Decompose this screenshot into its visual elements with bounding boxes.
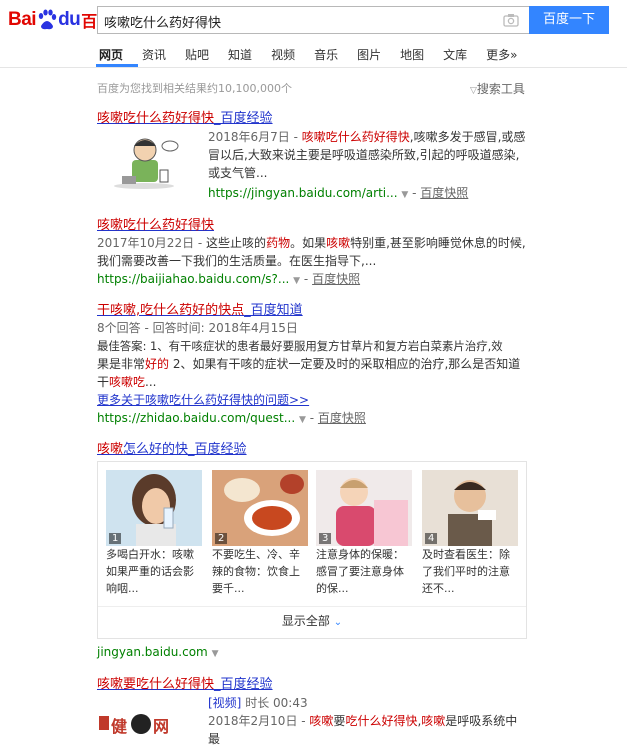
video-tag: [视频] <box>208 696 242 710</box>
result-1-url-row: https://jingyan.baidu.com/arti... ▼ - 百度… <box>208 186 469 200</box>
show-all-button[interactable]: 显示全部 ⌄ <box>98 606 526 629</box>
step-1-caption[interactable]: 多喝白开水：咳嗽 如果严重的话会影 响咽... <box>106 546 202 597</box>
header: Bai du 百度 咳嗽吃什么药好得快 百度一下 <box>0 0 627 40</box>
tab-images[interactable]: 图片 <box>354 46 384 64</box>
result-3-more-link[interactable]: 更多关于咳嗽吃什么药好得快的问题>> <box>97 391 309 408</box>
step-4-image[interactable]: 4 <box>422 470 518 546</box>
result-1-cache-link[interactable]: 百度快照 <box>420 186 468 200</box>
nav-tabs: 网页 资讯 贴吧 知道 视频 音乐 图片 地图 文库 更多» <box>96 46 533 64</box>
result-5-snippet: [视频] 时长 00:43 2018年2月10日 - 咳嗽要吃什么好得快,咳嗽是… <box>208 696 518 746</box>
result-2-url[interactable]: https://baijiahao.baidu.com/s?... <box>97 272 289 286</box>
result-3-snippet: 8个回答 - 回答时间: 2018年4月15日 最佳答案: 1、有干咳症状的患者… <box>97 321 521 389</box>
filter-icon: ▽ <box>470 86 477 96</box>
tab-news[interactable]: 资讯 <box>139 46 169 64</box>
result-3-cache-link[interactable]: 百度快照 <box>318 411 366 425</box>
search-button[interactable]: 百度一下 <box>529 6 609 34</box>
paw-icon <box>37 9 57 31</box>
result-1-snippet: 2018年6月7日 - 咳嗽吃什么药好得快,咳嗽多发于感冒,或感 冒以后,大致来… <box>208 130 526 180</box>
result-5-thumbnail[interactable]: 健网 <box>97 700 183 736</box>
step-1-image[interactable]: 1 <box>106 470 202 546</box>
tab-video[interactable]: 视频 <box>268 46 298 64</box>
step-3-caption[interactable]: 注意身体的保暖： 感冒了要注意身体 的保... <box>316 546 412 597</box>
svg-text:健: 健 <box>111 717 127 736</box>
result-3-url[interactable]: https://zhidao.baidu.com/quest... <box>97 411 295 425</box>
svg-text:网: 网 <box>153 717 169 736</box>
result-count: 百度为您找到相关结果约10,100,000个 <box>97 82 292 95</box>
result-2-snippet: 2017年10月22日 - 这些止咳的药物。如果咳嗽特别重,甚至影响睡觉休息的时… <box>97 236 526 268</box>
search-input[interactable]: 咳嗽吃什么药好得快 <box>97 6 529 34</box>
step-3-image[interactable]: 3 <box>316 470 412 546</box>
result-1-url[interactable]: https://jingyan.baidu.com/arti... <box>208 186 398 200</box>
tab-music[interactable]: 音乐 <box>311 46 341 64</box>
result-2-title[interactable]: 咳嗽吃什么药好得快 <box>97 214 214 233</box>
tab-tieba[interactable]: 贴吧 <box>182 46 212 64</box>
search-query: 咳嗽吃什么药好得快 <box>104 16 222 31</box>
chevron-down-icon[interactable]: ▼ <box>401 190 408 200</box>
result-5-title[interactable]: 咳嗽要吃什么好得快_百度经验 <box>97 673 273 692</box>
chevron-down-icon[interactable]: ▼ <box>299 415 306 425</box>
chevron-down-icon: ⌄ <box>333 617 343 628</box>
result-4-url-row: jingyan.baidu.com ▼ <box>97 645 219 659</box>
camera-icon[interactable] <box>503 13 519 30</box>
result-3-url-row: https://zhidao.baidu.com/quest... ▼ - 百度… <box>97 411 366 425</box>
result-3-title[interactable]: 干咳嗽,吃什么药好的快点_百度知道 <box>97 299 303 318</box>
tab-web[interactable]: 网页 <box>96 46 126 64</box>
tab-wenku[interactable]: 文库 <box>440 46 470 64</box>
chevron-down-icon[interactable]: ▼ <box>293 276 300 286</box>
result-4-title[interactable]: 咳嗽怎么好的快_百度经验 <box>97 438 247 457</box>
tab-more[interactable]: 更多» <box>483 46 520 64</box>
result-2-cache-link[interactable]: 百度快照 <box>312 272 360 286</box>
step-4-caption[interactable]: 及时查看医生：除 了我们平时的注意 还不... <box>422 546 518 597</box>
result-4-url[interactable]: jingyan.baidu.com <box>97 645 208 659</box>
tab-zhidao[interactable]: 知道 <box>225 46 255 64</box>
tab-map[interactable]: 地图 <box>397 46 427 64</box>
result-4-steps-card: 1 2 3 4 多喝白开水：咳嗽 如果严重的话会影 响咽... 不要吃生、冷、辛 辣的… <box>97 461 527 639</box>
step-2-caption[interactable]: 不要吃生、冷、辛 辣的食物：饮食上 要千... <box>212 546 308 597</box>
chevron-down-icon[interactable]: ▼ <box>212 649 219 659</box>
result-1-thumbnail[interactable] <box>108 130 194 190</box>
result-1-title[interactable]: 咳嗽吃什么药好得快_百度经验 <box>97 107 273 126</box>
search-tools-button[interactable]: ▽搜索工具 <box>470 80 525 97</box>
step-2-image[interactable]: 2 <box>212 470 308 546</box>
tab-divider <box>0 67 627 68</box>
divider <box>98 606 526 607</box>
result-2-url-row: https://baijiahao.baidu.com/s?... ▼ - 百度… <box>97 272 361 286</box>
